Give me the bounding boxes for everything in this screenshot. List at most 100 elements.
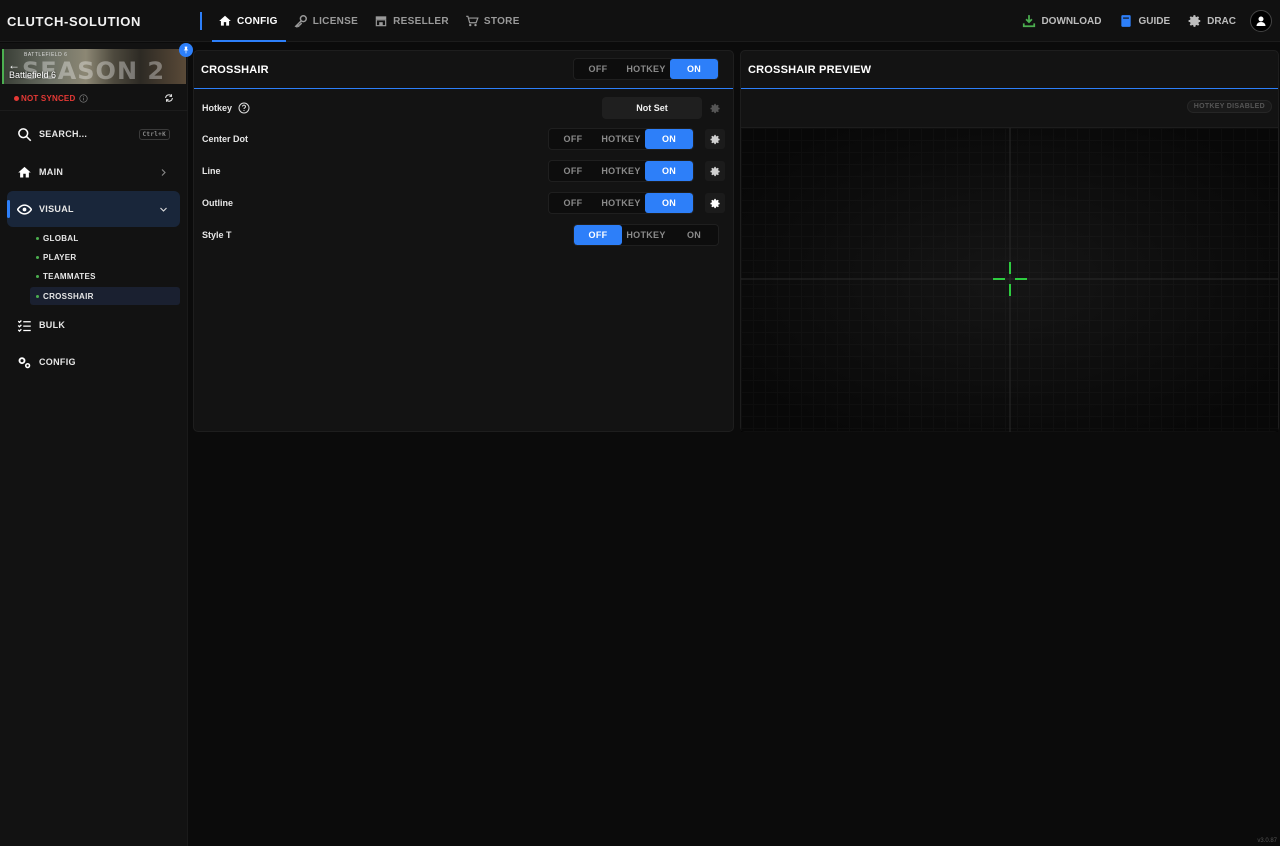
- center-dot-settings-button[interactable]: [705, 129, 725, 149]
- toggle-hotkey[interactable]: HOTKEY: [597, 193, 645, 213]
- sidebar-item-bulk[interactable]: BULK: [7, 307, 180, 343]
- user-settings-button[interactable]: DRAC: [1188, 14, 1236, 28]
- nav-license-label: LICENSE: [312, 15, 359, 27]
- sidebar-item-label: BULK: [39, 320, 66, 330]
- chevron-down-icon: [160, 207, 167, 212]
- style-t-toggle[interactable]: OFF HOTKEY ON: [573, 224, 719, 246]
- top-right-actions: DOWNLOAD GUIDE DRAC: [1014, 0, 1272, 42]
- gear-icon: [709, 103, 720, 113]
- toggle-hotkey[interactable]: HOTKEY: [597, 129, 645, 149]
- sidebar: BATTLEFIELD 6 SEASON 2 ← Battlefield 6 N…: [0, 43, 193, 846]
- crosshair-master-toggle[interactable]: OFF HOTKEY ON: [573, 58, 719, 80]
- pin-icon[interactable]: [179, 43, 193, 57]
- search-icon: [17, 127, 32, 142]
- nav-config[interactable]: CONFIG: [210, 0, 286, 42]
- nav-store-label: STORE: [483, 15, 520, 27]
- download-icon: [1023, 15, 1036, 28]
- search-shortcut: Ctrl+K: [138, 128, 170, 140]
- help-icon[interactable]: [238, 102, 250, 114]
- sidebar-subitem-player[interactable]: PLAYER: [30, 248, 180, 266]
- panel-title: CROSSHAIR: [201, 64, 269, 76]
- toggle-on[interactable]: ON: [670, 59, 718, 79]
- refresh-icon[interactable]: [164, 93, 174, 103]
- info-icon[interactable]: [79, 93, 89, 103]
- gears-icon: [17, 355, 32, 370]
- sync-status-label: NOT SYNCED: [21, 93, 76, 103]
- crosshair-preview-canvas: [741, 127, 1278, 432]
- outline-label: Outline: [202, 198, 233, 208]
- sidebar-item-visual[interactable]: VISUAL: [7, 191, 180, 227]
- toggle-on[interactable]: ON: [645, 129, 693, 149]
- toggle-off[interactable]: OFF: [574, 59, 622, 79]
- panel-title: CROSSHAIR PREVIEW: [748, 64, 872, 76]
- toggle-on[interactable]: ON: [670, 225, 718, 245]
- key-icon: [294, 15, 307, 28]
- toggle-off[interactable]: OFF: [549, 161, 597, 181]
- toggle-on[interactable]: ON: [645, 193, 693, 213]
- line-toggle[interactable]: OFF HOTKEY ON: [548, 160, 694, 182]
- line-settings-button[interactable]: [705, 161, 725, 181]
- sidebar-item-label: CONFIG: [39, 357, 76, 367]
- center-dot-toggle[interactable]: OFF HOTKEY ON: [548, 128, 694, 150]
- sidebar-item-config[interactable]: CONFIG: [7, 344, 180, 380]
- bullet: [36, 255, 39, 259]
- panel-header: CROSSHAIR OFF HOTKEY ON: [194, 51, 733, 89]
- sidebar-item-main[interactable]: MAIN: [7, 154, 180, 190]
- status-dot: [14, 95, 19, 101]
- nav-license[interactable]: LICENSE: [286, 0, 366, 42]
- download-label: DOWNLOAD: [1041, 15, 1102, 27]
- guide-label: GUIDE: [1138, 15, 1171, 27]
- hotkey-row-label: Hotkey: [202, 102, 250, 114]
- toggle-off[interactable]: OFF: [549, 193, 597, 213]
- top-bar: CLUTCH-SOLUTION CONFIG LICENSE RESELLER …: [0, 0, 1280, 42]
- sidebar-item-label: VISUAL: [39, 204, 74, 214]
- hotkey-bind-button[interactable]: Not Set: [602, 97, 702, 119]
- avatar[interactable]: [1250, 10, 1272, 32]
- home-icon: [17, 165, 32, 180]
- toggle-off[interactable]: OFF: [574, 225, 622, 245]
- user-icon: [1256, 16, 1266, 26]
- game-banner[interactable]: BATTLEFIELD 6 SEASON 2 ← Battlefield 6: [2, 49, 186, 84]
- subitem-label: GLOBAL: [43, 233, 79, 243]
- crosshair-preview-svg: [741, 128, 1278, 432]
- gear-icon: [1188, 15, 1201, 27]
- brand-logo: CLUTCH-SOLUTION: [7, 14, 141, 29]
- download-button[interactable]: DOWNLOAD: [1022, 14, 1101, 28]
- checklist-icon: [17, 318, 32, 333]
- outline-settings-button[interactable]: [705, 193, 725, 213]
- nav-config-label: CONFIG: [237, 15, 278, 27]
- nav-reseller[interactable]: RESELLER: [366, 0, 457, 42]
- subitem-label: CROSSHAIR: [43, 291, 94, 301]
- divider: [0, 110, 188, 111]
- crosshair-preview-panel: CROSSHAIR PREVIEW HOTKEY DISABLED: [740, 50, 1279, 432]
- eye-icon: [17, 202, 32, 217]
- panel-header: CROSSHAIR PREVIEW: [741, 51, 1278, 89]
- toggle-hotkey[interactable]: HOTKEY: [597, 161, 645, 181]
- toggle-hotkey[interactable]: HOTKEY: [622, 59, 670, 79]
- nav-reseller-label: RESELLER: [393, 15, 449, 27]
- nav-store[interactable]: STORE: [457, 0, 528, 42]
- sync-status: NOT SYNCED: [14, 92, 174, 104]
- hotkey-label: Hotkey: [202, 103, 233, 113]
- top-nav: CONFIG LICENSE RESELLER STORE: [200, 0, 528, 42]
- search-button[interactable]: SEARCH... Ctrl+K: [7, 116, 180, 152]
- guide-button[interactable]: GUIDE: [1119, 14, 1170, 28]
- outline-toggle[interactable]: OFF HOTKEY ON: [548, 192, 694, 214]
- sidebar-subitem-crosshair[interactable]: CROSSHAIR: [30, 287, 180, 305]
- bullet: [36, 274, 39, 278]
- gear-icon: [709, 134, 720, 144]
- user-name: DRAC: [1207, 15, 1236, 27]
- subitem-label: PLAYER: [43, 252, 77, 262]
- toggle-hotkey[interactable]: HOTKEY: [622, 225, 670, 245]
- hotkey-settings-button[interactable]: [705, 98, 725, 118]
- center-dot-label: Center Dot: [202, 134, 249, 144]
- toggle-on[interactable]: ON: [645, 161, 693, 181]
- cart-icon: [466, 15, 479, 27]
- sidebar-subitem-global[interactable]: GLOBAL: [30, 229, 180, 247]
- bullet: [36, 294, 39, 298]
- toggle-off[interactable]: OFF: [549, 129, 597, 149]
- bullet: [36, 236, 39, 240]
- style-t-label: Style T: [202, 230, 232, 240]
- search-label: SEARCH...: [39, 129, 88, 139]
- sidebar-subitem-teammates[interactable]: TEAMMATES: [30, 267, 180, 285]
